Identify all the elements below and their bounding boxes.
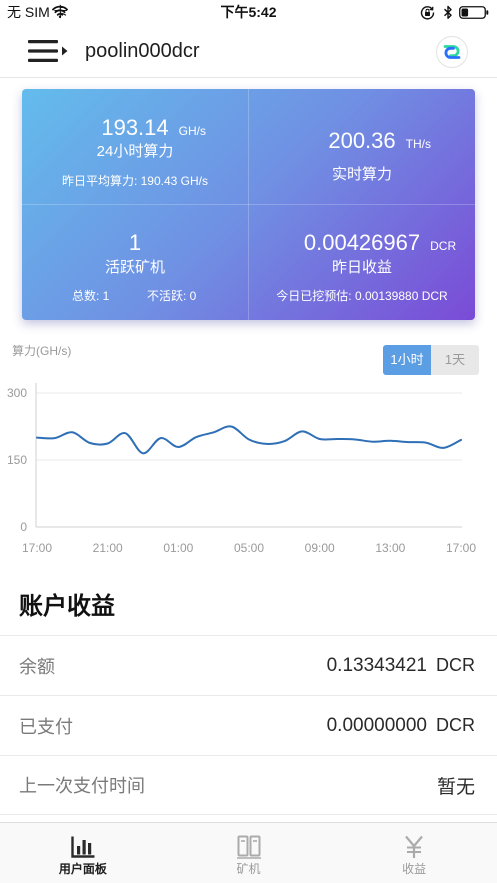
data-point <box>194 435 198 439</box>
tab-miners[interactable]: 矿机 <box>166 823 332 883</box>
tab-earnings[interactable]: 收益 <box>331 823 497 883</box>
hashrate-chart: 0 150 300 17:00 21:00 01:00 05:00 09:00 13:00 17:… <box>7 383 476 555</box>
data-point <box>441 446 445 450</box>
x-tick-label: 01:00 <box>163 541 193 555</box>
data-point <box>318 437 322 441</box>
inactive-workers: 不活跃: 0 <box>147 289 197 303</box>
data-point <box>353 438 357 442</box>
y-tick-label: 150 <box>7 453 27 467</box>
status-bar: 无 SIM 卡 下午5:42 <box>0 0 497 25</box>
hashrate-24h-label: 24小时算力 <box>96 143 174 160</box>
hashrate-realtime-value: 200.36 <box>328 128 396 153</box>
x-tick-label: 17:00 <box>22 541 52 555</box>
last-payment-value: 暂无 <box>436 776 475 798</box>
hashrate-24h-unit: GH/s <box>178 124 206 138</box>
bluetooth-icon <box>444 5 452 19</box>
paid-unit: DCR <box>436 714 475 735</box>
paid-label: 已支付 <box>19 716 73 737</box>
miner-icon <box>236 835 261 859</box>
balance-value: 0.13343421 <box>326 654 427 676</box>
x-tick-label: 05:00 <box>234 541 264 555</box>
tab-dashboard-label: 用户面板 <box>58 862 107 876</box>
data-point <box>300 429 304 433</box>
wifi-icon <box>52 5 68 18</box>
today-estimated-earnings: 今日已挖预估: 0.00139880 DCR <box>276 289 448 303</box>
data-point <box>459 438 463 442</box>
hashrate-realtime-label: 实时算力 <box>331 166 392 183</box>
total-workers: 总数: 1 <box>72 289 110 303</box>
earnings-section-title: 账户收益 <box>19 593 115 620</box>
data-point <box>35 436 39 440</box>
data-point <box>247 438 251 442</box>
data-point <box>388 439 392 443</box>
tab-miners-label: 矿机 <box>236 862 261 876</box>
bar-chart-icon <box>71 836 95 858</box>
clock: 下午5:42 <box>220 4 277 20</box>
yesterday-avg-hashrate: 昨日平均算力: 190.43 GH/s <box>61 174 209 188</box>
app-header: poolin000dcr <box>0 25 497 78</box>
active-workers-panel: 1 活跃矿机 总数: 1 不活跃: 0 <box>22 205 248 320</box>
battery-icon <box>459 6 489 19</box>
bottom-tab-bar: 用户面板 矿机 收益 <box>0 822 497 883</box>
balance-label: 余额 <box>19 656 55 677</box>
chart-range-toggle: 1小时 1天 <box>383 345 479 375</box>
data-point <box>406 440 410 444</box>
data-point <box>335 437 339 441</box>
active-workers-value: 1 <box>128 230 142 255</box>
battery-level-fill <box>461 8 469 17</box>
data-point <box>106 442 110 446</box>
data-point <box>371 440 375 444</box>
coin-switch-button[interactable] <box>436 36 468 68</box>
data-point <box>159 436 163 440</box>
data-point <box>70 430 74 434</box>
data-point <box>53 436 57 440</box>
x-tick-label: 13:00 <box>375 541 405 555</box>
active-workers-label: 活跃矿机 <box>104 259 165 276</box>
paid-value: 0.00000000 <box>326 714 427 736</box>
orientation-lock-icon <box>420 6 435 20</box>
yesterday-earnings-panel: 0.00426967 DCR 昨日收益 今日已挖预估: 0.00139880 D… <box>249 205 475 320</box>
hashrate-24h-panel: 193.14 GH/s 24小时算力 昨日平均算力: 190.43 GH/s <box>22 89 248 204</box>
earnings-row-balance: 余额 0.13343421 DCR <box>0 635 497 695</box>
tab-earnings-label: 收益 <box>402 862 427 876</box>
data-point <box>265 442 269 446</box>
yesterday-earnings-unit: DCR <box>430 239 457 253</box>
y-tick-label: 300 <box>7 386 27 400</box>
data-point <box>229 425 233 429</box>
data-point <box>88 441 92 445</box>
data-point <box>212 430 216 434</box>
chart-y-axis-label: 算力(GH/s) <box>12 344 72 358</box>
earnings-list: 余额 0.13343421 DCR 已支付 0.00000000 DCR 上一次支付… <box>0 635 497 815</box>
earnings-row-paid: 已支付 0.00000000 DCR <box>0 695 497 755</box>
menu-expand-icon <box>28 40 68 62</box>
yesterday-earnings-value: 0.00426967 <box>303 230 421 255</box>
hashrate-24h-value: 193.14 <box>101 115 169 140</box>
earnings-row-last-payment: 上一次支付时间 暂无 <box>0 755 497 815</box>
yesterday-earnings-label: 昨日收益 <box>331 259 392 276</box>
menu-button[interactable] <box>26 38 70 64</box>
summary-card: 193.14 GH/s 24小时算力 昨日平均算力: 190.43 GH/s 2… <box>22 89 475 320</box>
x-tick-label: 17:00 <box>446 541 476 555</box>
x-tick-label: 21:00 <box>93 541 123 555</box>
data-point <box>123 431 127 435</box>
last-payment-label: 上一次支付时间 <box>19 776 145 796</box>
data-point <box>176 445 180 449</box>
yen-icon <box>405 835 424 858</box>
data-point <box>424 441 428 445</box>
data-point <box>141 451 145 455</box>
balance-unit: DCR <box>436 654 475 675</box>
data-point <box>282 439 286 443</box>
tab-dashboard[interactable]: 用户面板 <box>0 823 166 883</box>
range-tab-1-hour[interactable]: 1小时 <box>383 345 431 375</box>
y-tick-label: 0 <box>20 520 27 534</box>
range-tab-1-day[interactable]: 1天 <box>431 345 479 375</box>
account-title: poolin000dcr <box>85 40 200 62</box>
x-tick-label: 09:00 <box>305 541 335 555</box>
hashrate-realtime-panel: 200.36 TH/s 实时算力 <box>249 89 475 204</box>
hashrate-realtime-unit: TH/s <box>405 137 431 151</box>
decred-logo-icon <box>443 45 461 59</box>
